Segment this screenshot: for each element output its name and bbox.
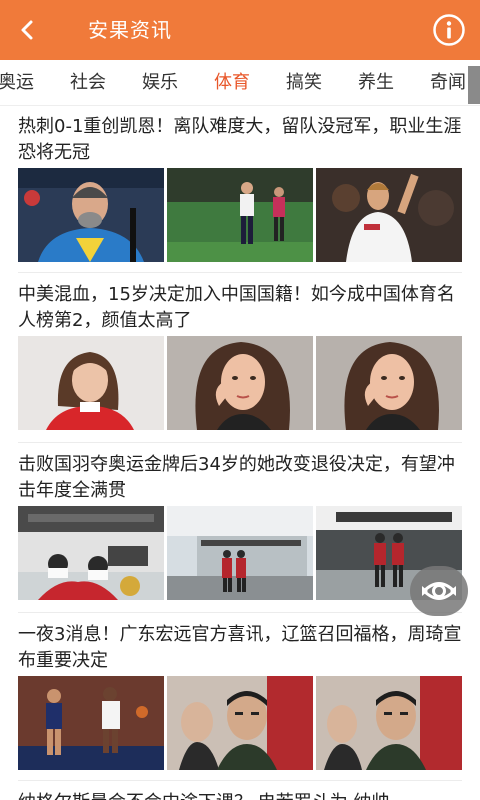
tab-oddities[interactable]: 奇闻 bbox=[430, 60, 466, 105]
top-bar: 安果资讯 bbox=[0, 0, 480, 60]
news-thumbnail bbox=[18, 336, 164, 430]
item-divider bbox=[18, 780, 462, 781]
news-item[interactable]: 中美混血，15岁决定加入中国国籍！如今成中国体育名人榜第2，颜值太高了 bbox=[0, 274, 480, 444]
tab-society[interactable]: 社会 bbox=[70, 60, 106, 105]
info-button[interactable] bbox=[432, 13, 466, 47]
news-thumbnail bbox=[316, 168, 462, 262]
news-thumbnail bbox=[167, 336, 313, 430]
category-tabs: 奥运 社会 娱乐 体育 搞笑 养生 奇闻 bbox=[0, 60, 480, 106]
tabs-scrollbar[interactable] bbox=[468, 66, 480, 104]
thumbnail-row bbox=[18, 168, 462, 262]
thumbnail-row bbox=[18, 336, 462, 430]
info-icon bbox=[433, 14, 465, 46]
news-thumbnail bbox=[167, 676, 313, 770]
news-thumbnail bbox=[316, 336, 462, 430]
news-thumbnail bbox=[18, 168, 164, 262]
news-thumbnail bbox=[316, 676, 462, 770]
back-button[interactable] bbox=[10, 12, 46, 48]
news-item[interactable]: 热刺0-1重创凯恩！离队难度大，留队没冠军，职业生涯恐将无冠 bbox=[0, 106, 480, 274]
app-screen: 安果资讯 奥运 社会 娱乐 体育 搞笑 养生 奇闻 热刺0-1重创凯恩！离队难度… bbox=[0, 0, 480, 800]
news-headline: 纳格尔斯曼会不会中途下课？ 电若罗斗为 纳帅 bbox=[18, 790, 462, 800]
news-item[interactable]: 纳格尔斯曼会不会中途下课？ 电若罗斗为 纳帅 bbox=[0, 782, 480, 800]
tab-olympics[interactable]: 奥运 bbox=[0, 60, 34, 105]
tab-entertainment[interactable]: 娱乐 bbox=[142, 60, 178, 105]
thumbnail-row bbox=[18, 506, 462, 600]
item-divider bbox=[18, 442, 462, 443]
tab-sports[interactable]: 体育 bbox=[214, 60, 250, 105]
news-thumbnail bbox=[18, 676, 164, 770]
news-item[interactable]: 击败国羽夺奥运金牌后34岁的她改变退役决定，有望冲击年度全满贯 bbox=[0, 444, 480, 614]
news-item[interactable]: 一夜3消息！广东宏远官方喜讯，辽篮召回福格，周琦宣布重要决定 bbox=[0, 614, 480, 782]
tab-funny[interactable]: 搞笑 bbox=[286, 60, 322, 105]
news-headline: 热刺0-1重创凯恩！离队难度大，留队没冠军，职业生涯恐将无冠 bbox=[18, 116, 462, 163]
news-headline: 一夜3消息！广东宏远官方喜讯，辽篮召回福格，周琦宣布重要决定 bbox=[18, 624, 462, 671]
news-thumbnail bbox=[167, 168, 313, 262]
news-thumbnail bbox=[18, 506, 164, 600]
page-title: 安果资讯 bbox=[88, 18, 172, 42]
tab-health[interactable]: 养生 bbox=[358, 60, 394, 105]
news-thumbnail bbox=[167, 506, 313, 600]
item-divider bbox=[18, 272, 462, 273]
back-arrow-icon bbox=[21, 20, 33, 40]
eye-icon bbox=[422, 582, 456, 600]
item-divider bbox=[18, 612, 462, 613]
thumbnail-row bbox=[18, 676, 462, 770]
news-headline: 击败国羽夺奥运金牌后34岁的她改变退役决定，有望冲击年度全满贯 bbox=[18, 454, 455, 501]
news-headline: 中美混血，15岁决定加入中国国籍！如今成中国体育名人榜第2，颜值太高了 bbox=[18, 284, 455, 331]
news-feed: 热刺0-1重创凯恩！离队难度大，留队没冠军，职业生涯恐将无冠 中美混血，15岁决… bbox=[0, 106, 480, 800]
eye-mode-button[interactable] bbox=[410, 566, 468, 616]
